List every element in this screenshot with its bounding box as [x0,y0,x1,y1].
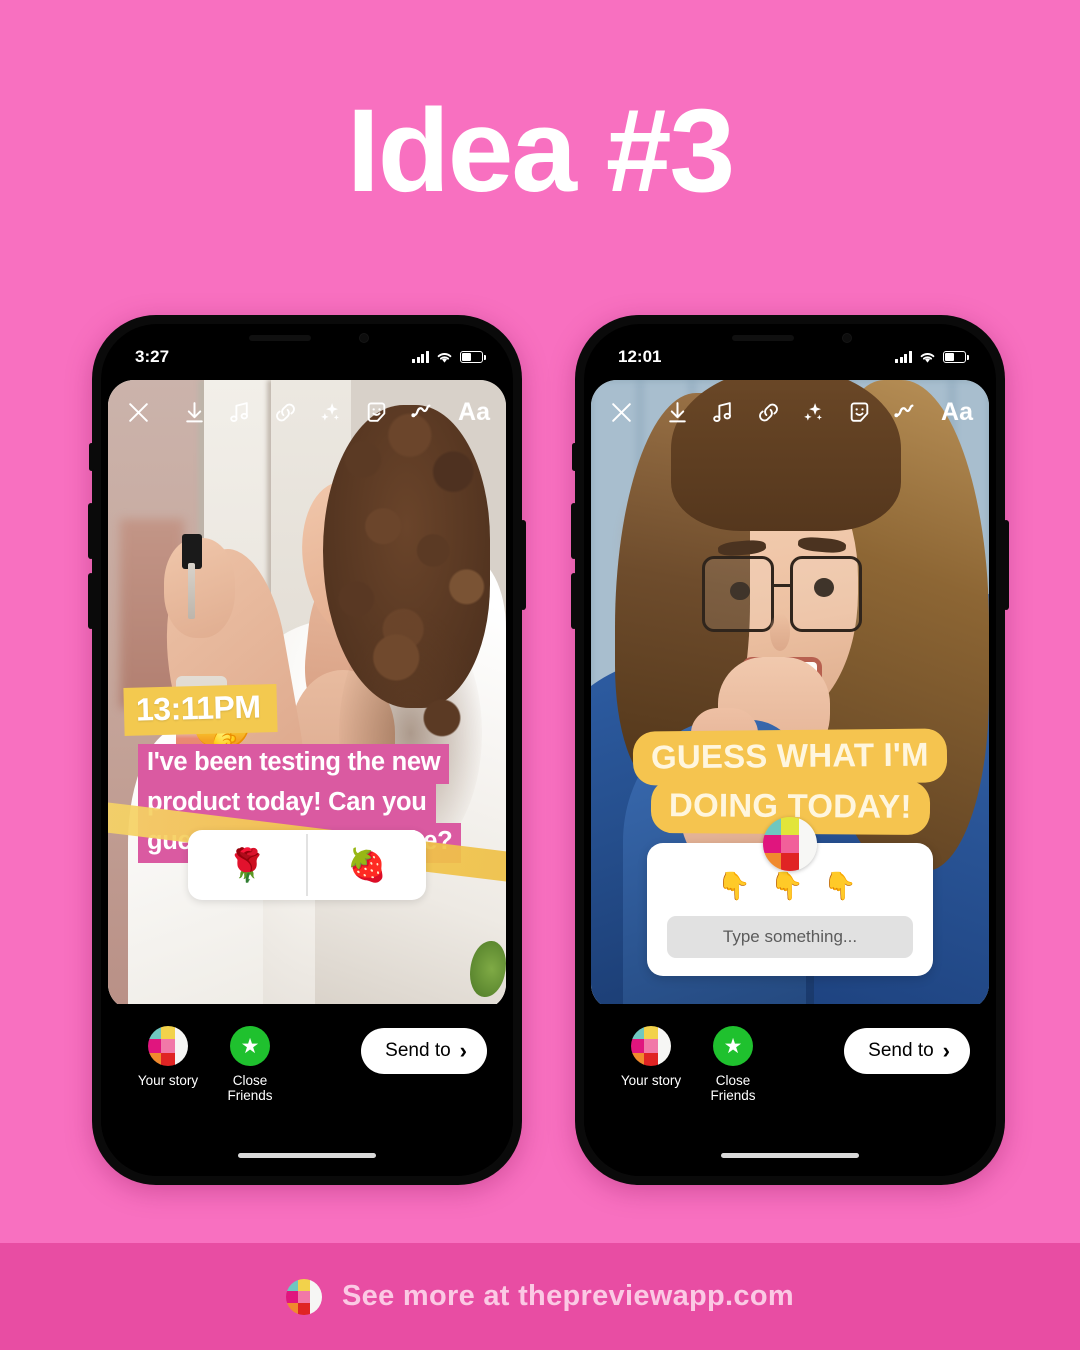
chevron-right-icon: › [942,1038,950,1063]
story-toolbar-2: Aa [591,380,989,444]
close-friends-option[interactable]: ★ Close Friends [692,1026,774,1103]
close-friends-star-icon: ★ [713,1026,753,1066]
front-camera-icon [842,333,852,343]
music-icon[interactable] [700,400,746,425]
music-icon[interactable] [217,400,263,425]
phone-mockup-2: 12:01 Aa GUESS WHAT I'M DOING TODAY! 👇 👇… [571,315,1009,1185]
your-story-option[interactable]: Your story [610,1026,692,1088]
question-emoji-row: 👇 👇 👇 [717,871,863,902]
download-icon[interactable] [172,400,218,425]
home-indicator[interactable] [238,1152,376,1158]
text-icon[interactable]: Aa [928,398,973,427]
volume-down-button[interactable] [88,573,94,629]
story-canvas-2[interactable]: Aa GUESS WHAT I'M DOING TODAY! 👇 👇 👇 Typ… [591,380,989,1010]
wifi-icon [920,352,935,363]
close-friends-label: Close Friends [227,1073,273,1103]
signal-icon [895,351,912,363]
caption-line: I've been testing the new [138,744,450,784]
status-time: 12:01 [618,347,662,366]
your-story-option[interactable]: Your story [127,1026,209,1088]
battery-icon [460,351,486,363]
download-icon[interactable] [655,400,701,425]
story-canvas-1[interactable]: Aa 🤫 13:11PM I've been testing the new p… [108,380,506,1010]
phone-mockup-1: 3:27 Aa 13:11PM I've been testing the ne… [88,315,526,1185]
share-bar-1: Your story ★ Close Friends Send to › [101,1004,513,1176]
power-button[interactable] [1003,520,1009,610]
earpiece-speaker [732,335,794,341]
time-sticker[interactable]: 13:11PM [123,683,278,736]
footer-bar: See more at thepreviewapp.com [0,1243,1080,1350]
home-indicator[interactable] [721,1152,859,1158]
sparkles-icon[interactable] [791,400,837,425]
mute-switch[interactable] [572,443,577,471]
close-icon[interactable] [126,400,172,425]
story-toolbar-1: Aa [108,380,506,444]
volume-down-button[interactable] [571,573,577,629]
front-camera-icon [359,333,369,343]
phone-screen-1: 3:27 Aa 13:11PM I've been testing the ne… [101,324,513,1176]
text-icon[interactable]: Aa [445,398,490,427]
page-title: Idea #3 [346,85,735,217]
preview-app-grid-avatar-icon [631,1026,671,1066]
earpiece-speaker [249,335,311,341]
link-icon[interactable] [746,400,792,425]
your-story-label: Your story [620,1073,682,1088]
draw-icon[interactable] [399,400,445,425]
share-bar-2: Your story ★ Close Friends Send to › [584,1004,996,1176]
volume-up-button[interactable] [571,503,577,559]
send-to-label: Send to [868,1040,934,1061]
battery-icon [943,351,969,363]
poll-option-left[interactable]: 🌹 [188,830,306,900]
your-story-label: Your story [137,1073,199,1088]
send-to-button[interactable]: Send to › [844,1028,970,1074]
question-sticker[interactable]: 👇 👇 👇 Type something... [647,817,933,977]
close-friends-label: Close Friends [710,1073,756,1103]
power-button[interactable] [520,520,526,610]
sticker-icon[interactable] [837,400,883,425]
signal-icon [412,351,429,363]
preview-app-grid-avatar-icon [148,1026,188,1066]
close-friends-option[interactable]: ★ Close Friends [209,1026,291,1103]
close-friends-star-icon: ★ [230,1026,270,1066]
headline-line: GUESS WHAT I'M [632,727,948,786]
link-icon[interactable] [263,400,309,425]
preview-app-grid-logo-icon [286,1278,323,1315]
notch [702,324,878,354]
poll-option-right[interactable]: 🍓 [308,830,426,900]
chevron-right-icon: › [459,1038,467,1063]
status-time: 3:27 [135,347,170,366]
send-to-button[interactable]: Send to › [361,1028,487,1074]
volume-up-button[interactable] [88,503,94,559]
sparkles-icon[interactable] [308,400,354,425]
send-to-label: Send to [385,1040,451,1061]
close-icon[interactable] [609,400,655,425]
preview-app-grid-avatar-icon [763,817,817,872]
question-input[interactable]: Type something... [667,916,913,959]
mute-switch[interactable] [89,443,94,471]
footer-text: See more at thepreviewapp.com [342,1280,794,1312]
phone-screen-2: 12:01 Aa GUESS WHAT I'M DOING TODAY! 👇 👇… [584,324,996,1176]
notch [219,324,395,354]
sticker-icon[interactable] [354,400,400,425]
draw-icon[interactable] [882,400,928,425]
poll-sticker[interactable]: 🌹 🍓 [188,830,426,901]
wifi-icon [437,352,452,363]
